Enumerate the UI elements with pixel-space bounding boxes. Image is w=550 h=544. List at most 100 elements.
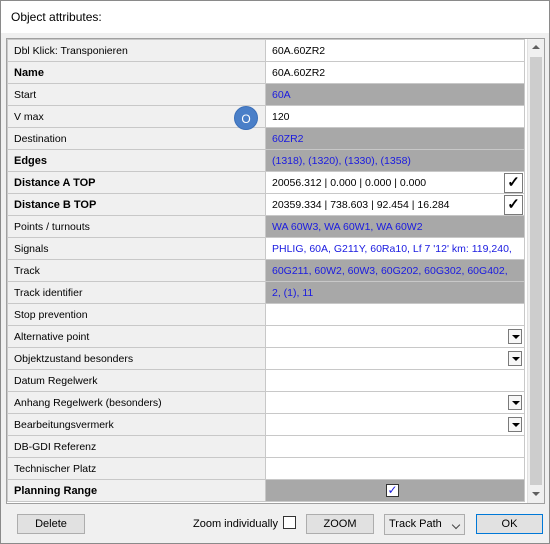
planning-range-checkbox[interactable]: ✓: [386, 484, 399, 497]
table-row[interactable]: Technischer Platz: [7, 457, 525, 480]
table-row[interactable]: Track 60G211, 60W2, 60W3, 60G202, 60G302,…: [7, 259, 525, 282]
attribute-label: Points / turnouts: [7, 215, 266, 238]
attribute-label: Anhang Regelwerk (besonders): [7, 391, 266, 414]
table-row[interactable]: Edges (1318), (1320), (1330), (1358): [7, 149, 525, 172]
attribute-label: Technischer Platz: [7, 457, 266, 480]
table-row[interactable]: Name 60A.60ZR2: [7, 61, 525, 84]
attribute-value-cell[interactable]: [265, 391, 525, 414]
attribute-value-cell[interactable]: 60G211, 60W2, 60W3, 60G202, 60G302, 60G4…: [265, 259, 525, 282]
object-attributes-dialog: Object attributes: Dbl Klick: Transponie…: [0, 0, 550, 544]
attribute-value-cell[interactable]: 60A: [265, 83, 525, 106]
attribute-label: Destination: [7, 127, 266, 150]
dropdown-arrow-icon[interactable]: [508, 329, 522, 344]
attribute-value-cell[interactable]: [265, 303, 525, 326]
attribute-value: 60ZR2: [272, 132, 304, 145]
attribute-value-cell[interactable]: [265, 369, 525, 392]
ok-button[interactable]: OK: [476, 514, 543, 534]
attribute-label: Planning Range: [7, 479, 266, 502]
delete-button[interactable]: Delete: [17, 514, 85, 534]
attribute-value: PHLIG, 60A, G211Y, 60Ra10, Lf 7 '12' km:…: [272, 242, 512, 255]
table-row[interactable]: Stop prevention: [7, 303, 525, 326]
attribute-value: 2, (1), 11: [272, 286, 314, 299]
attribute-value-cell[interactable]: 20359.334 | 738.603 | 92.454 | 16.284 ✓: [265, 193, 525, 216]
attribute-label: Distance A TOP: [7, 171, 266, 194]
attribute-value-cell[interactable]: 60A.60ZR2: [265, 61, 525, 84]
attribute-value-cell[interactable]: [265, 325, 525, 348]
table-row[interactable]: Distance A TOP 20056.312 | 0.000 | 0.000 …: [7, 171, 525, 194]
attribute-table: Dbl Klick: Transponieren 60A.60ZR2 Name 60A…: [7, 39, 525, 502]
scroll-up-arrow-icon[interactable]: [528, 39, 544, 56]
attribute-value: 20056.312 | 0.000 | 0.000 | 0.000: [272, 176, 427, 189]
table-row[interactable]: Track identifier 2, (1), 11: [7, 281, 525, 304]
attribute-value: WA 60W3, WA 60W1, WA 60W2: [272, 220, 423, 233]
dropdown-arrow-icon[interactable]: [508, 417, 522, 432]
scroll-down-arrow-icon[interactable]: [528, 486, 544, 503]
attribute-value-cell[interactable]: 60ZR2: [265, 127, 525, 150]
attribute-label: Bearbeitungsvermerk: [7, 413, 266, 436]
dropdown-arrow-icon[interactable]: [508, 395, 522, 410]
scroll-thumb[interactable]: [530, 57, 542, 485]
attribute-label: Datum Regelwerk: [7, 369, 266, 392]
attribute-label: Signals: [7, 237, 266, 260]
table-row[interactable]: V max 120: [7, 105, 525, 128]
attribute-value-cell[interactable]: 20056.312 | 0.000 | 0.000 | 0.000 ✓: [265, 171, 525, 194]
attribute-value-cell[interactable]: (1318), (1320), (1330), (1358): [265, 149, 525, 172]
attribute-value-cell[interactable]: [265, 413, 525, 436]
attribute-value-cell[interactable]: 120: [265, 105, 525, 128]
attribute-value: 60G211, 60W2, 60W3, 60G202, 60G302, 60G4…: [272, 264, 508, 277]
attribute-label: Edges: [7, 149, 266, 172]
attribute-value-cell[interactable]: [265, 347, 525, 370]
attribute-value-cell[interactable]: [265, 457, 525, 480]
attribute-value: 120: [272, 110, 290, 123]
attribute-value: 60A.60ZR2: [272, 66, 326, 79]
attribute-value-cell[interactable]: WA 60W3, WA 60W1, WA 60W2: [265, 215, 525, 238]
attribute-label: Start: [7, 83, 266, 106]
zoom-individually-checkbox[interactable]: [283, 516, 296, 529]
table-row[interactable]: Start 60A: [7, 83, 525, 106]
track-path-select[interactable]: Track Path: [384, 514, 465, 535]
attribute-value-cell[interactable]: 60A.60ZR2: [265, 39, 525, 62]
attribute-value-cell[interactable]: PHLIG, 60A, G211Y, 60Ra10, Lf 7 '12' km:…: [265, 237, 525, 260]
attribute-value: (1318), (1320), (1330), (1358): [272, 154, 411, 167]
table-row[interactable]: Datum Regelwerk: [7, 369, 525, 392]
attribute-label: Distance B TOP: [7, 193, 266, 216]
table-row[interactable]: Anhang Regelwerk (besonders): [7, 391, 525, 414]
zoom-individually-label: Zoom individually: [193, 518, 278, 530]
dialog-title: Object attributes:: [11, 10, 102, 24]
table-row[interactable]: DB-GDI Referenz: [7, 435, 525, 458]
attribute-value-cell[interactable]: ✓: [265, 479, 525, 502]
table-row[interactable]: Planning Range ✓: [7, 479, 525, 502]
table-row[interactable]: Signals PHLIG, 60A, G211Y, 60Ra10, Lf 7 '…: [7, 237, 525, 260]
cursor-indicator-badge: O: [234, 106, 258, 130]
attribute-value-cell[interactable]: 2, (1), 11: [265, 281, 525, 304]
attribute-label: Dbl Klick: Transponieren: [7, 39, 266, 62]
table-row[interactable]: Destination 60ZR2: [7, 127, 525, 150]
confirm-check-icon[interactable]: ✓: [504, 173, 523, 193]
table-row[interactable]: Distance B TOP 20359.334 | 738.603 | 92.4…: [7, 193, 525, 216]
table-row[interactable]: Dbl Klick: Transponieren 60A.60ZR2: [7, 39, 525, 62]
attribute-label: Track identifier: [7, 281, 266, 304]
attribute-label: Objektzustand besonders: [7, 347, 266, 370]
table-row[interactable]: Objektzustand besonders: [7, 347, 525, 370]
table-row[interactable]: Alternative point: [7, 325, 525, 348]
table-row[interactable]: Bearbeitungsvermerk: [7, 413, 525, 436]
track-path-value: Track Path: [389, 518, 442, 530]
vertical-scrollbar[interactable]: [527, 39, 544, 503]
attribute-value: 60A.60ZR2: [272, 44, 326, 57]
attribute-label: Track: [7, 259, 266, 282]
attribute-label: V max: [7, 105, 266, 128]
dropdown-arrow-icon[interactable]: [508, 351, 522, 366]
dialog-footer: Delete Zoom individually ZOOM Track Path…: [1, 509, 549, 543]
confirm-check-icon[interactable]: ✓: [504, 195, 523, 215]
chevron-down-icon: [451, 520, 461, 530]
attribute-label: Alternative point: [7, 325, 266, 348]
table-row[interactable]: Points / turnouts WA 60W3, WA 60W1, WA 60…: [7, 215, 525, 238]
title-bar: Object attributes:: [1, 1, 549, 33]
attribute-value: 20359.334 | 738.603 | 92.454 | 16.284: [272, 198, 450, 211]
attribute-label: DB-GDI Referenz: [7, 435, 266, 458]
attribute-label: Stop prevention: [7, 303, 266, 326]
attribute-value-cell[interactable]: [265, 435, 525, 458]
zoom-button[interactable]: ZOOM: [306, 514, 374, 534]
attribute-value: 60A: [272, 88, 291, 101]
attribute-grid: Dbl Klick: Transponieren 60A.60ZR2 Name 60A…: [6, 38, 545, 504]
